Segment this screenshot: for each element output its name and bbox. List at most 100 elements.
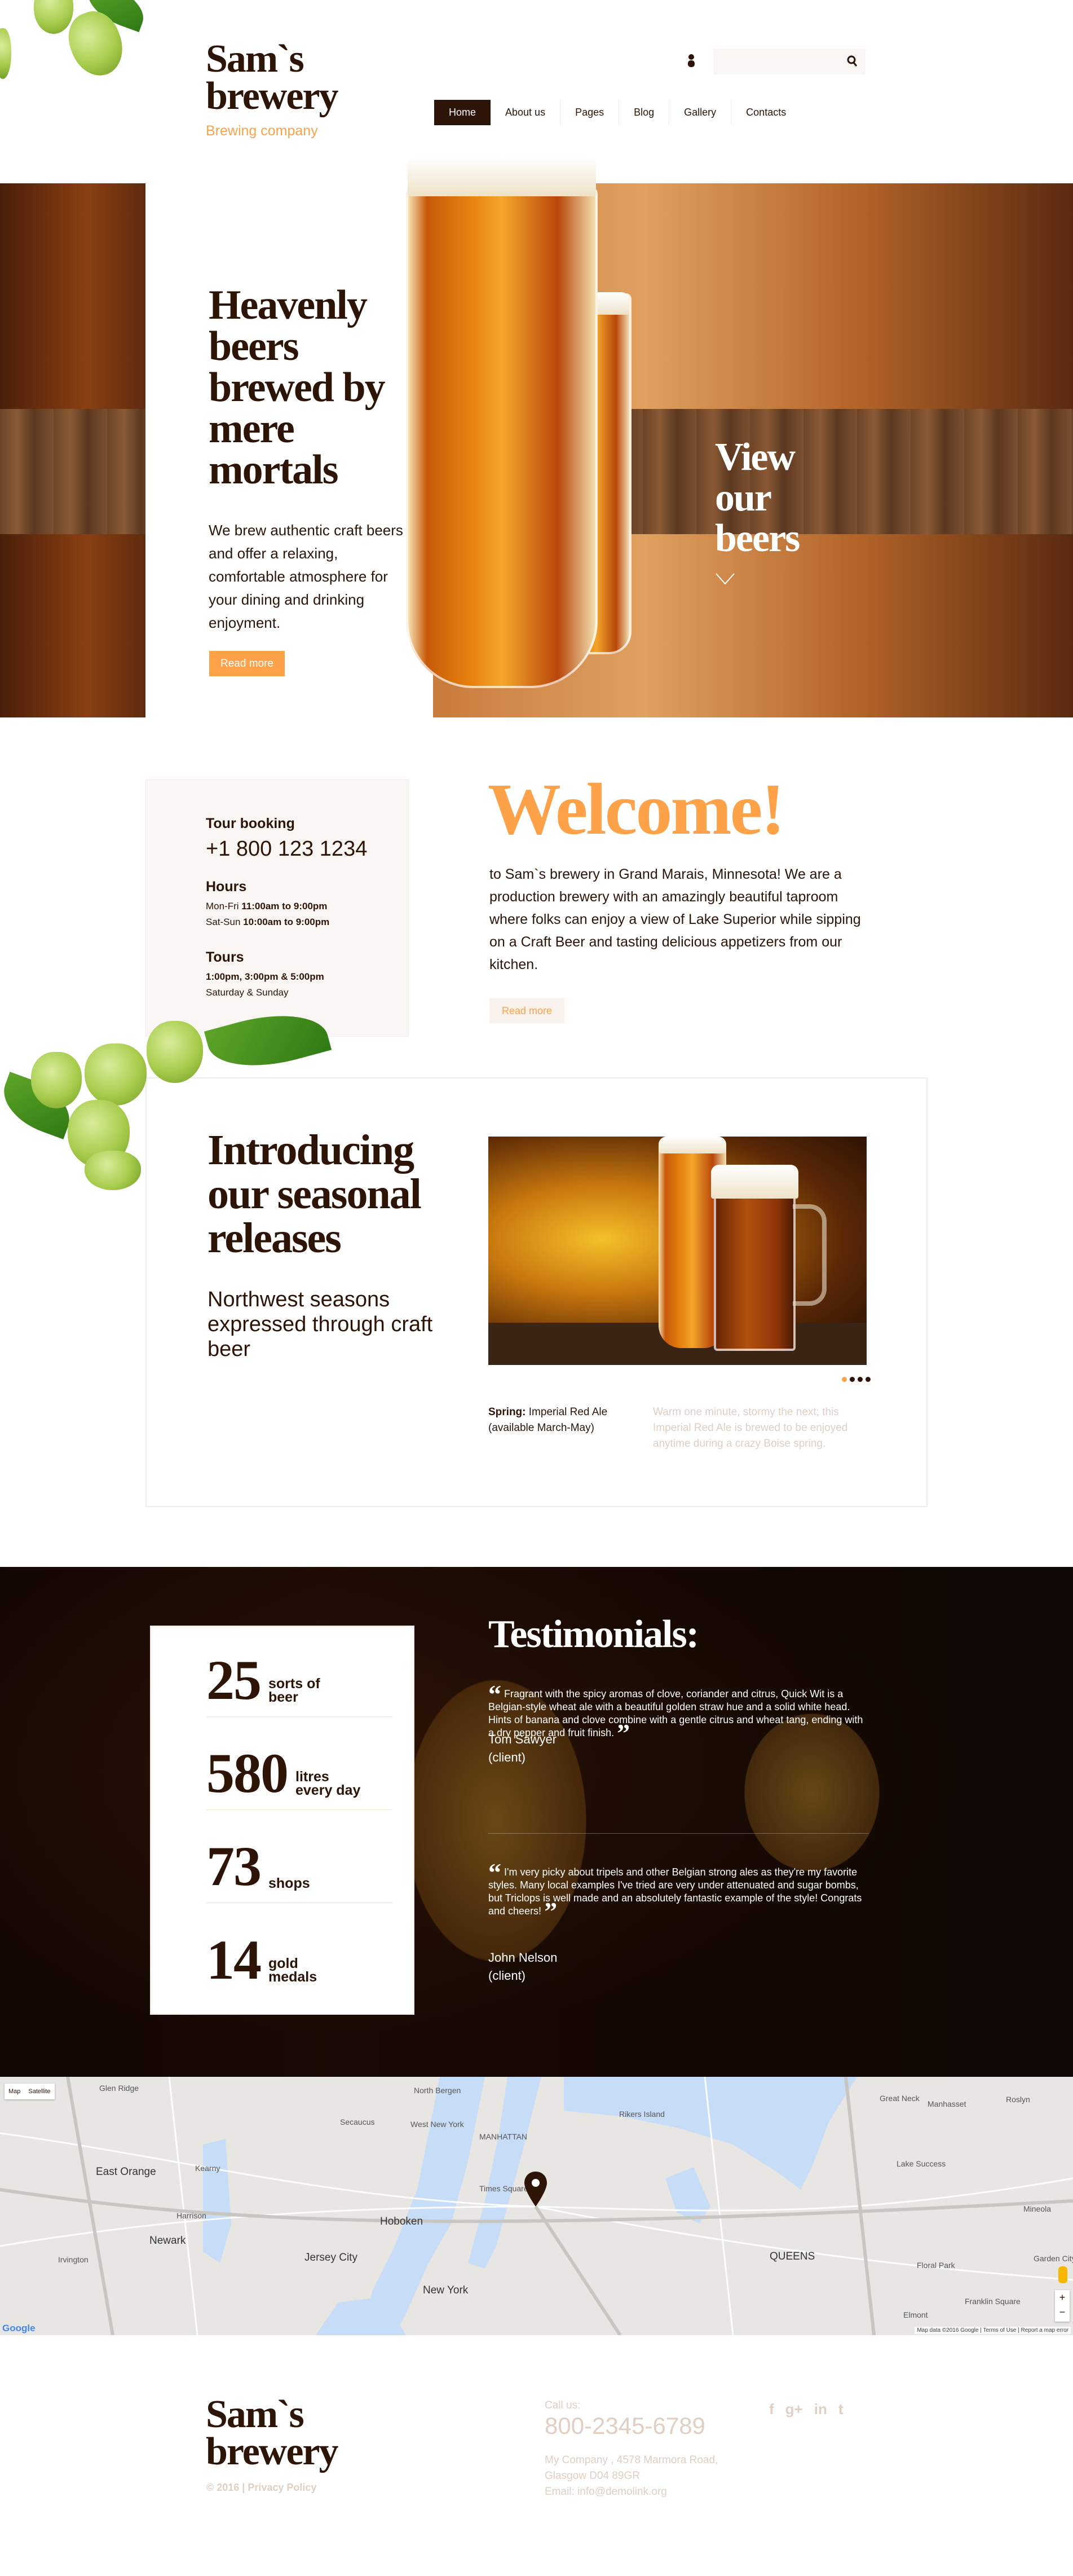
google-plus-icon[interactable]: g+ [785,2401,803,2418]
close-quote-icon: ” [544,1897,558,1926]
twitter-icon[interactable]: t [838,2401,844,2418]
view-line2: our [715,476,772,519]
author-name: Tom Sawyer [488,1732,557,1746]
slider-dot[interactable] [850,1377,855,1382]
nav-home[interactable]: Home [434,100,491,125]
search-input[interactable] [713,49,866,74]
welcome-read-more-button[interactable]: Read more [489,998,564,1023]
zoom-control: + − [1055,2290,1070,2322]
stat-item: 25 sorts of beer [206,1652,392,1717]
season-name: Spring: [488,1406,526,1418]
testimonials-title: Testimonials: [488,1613,699,1656]
user-icon[interactable] [687,54,696,67]
map-label: Manhasset [928,2099,966,2108]
hours-time: 10:00am to 9:00pm [243,917,330,927]
map-label: Secaucus [340,2117,375,2126]
seasonal-description: Warm one minute, stormy the next; this I… [653,1406,848,1450]
slider-pagination [842,1377,871,1382]
nav-pages[interactable]: Pages [560,100,620,125]
divider [488,1833,869,1834]
map-label: Harrison [176,2211,206,2220]
stat-label: shops [268,1875,310,1891]
stat-item: 73 shops [206,1835,392,1903]
welcome-title: Welcome! [488,769,785,850]
nav-blog[interactable]: Blog [619,100,670,125]
view-our-beers-link[interactable]: View our beers [715,435,800,560]
main-nav: Home About us Pages Blog Gallery Contact… [434,100,801,125]
stat-number: 14 [206,1928,262,1991]
logo-line2: brewery [206,2430,338,2473]
stat-label: gold medals [268,1956,317,1985]
linkedin-icon[interactable]: in [814,2401,827,2418]
nav-about-us[interactable]: About us [491,100,561,125]
stat-label: sorts of beer [268,1676,320,1705]
map-label: Mineola [1023,2204,1052,2213]
terms-link[interactable]: Terms of Use [983,2327,1016,2333]
hours-days: Sat-Sun [206,917,241,927]
map-label: Great Neck [880,2094,920,2103]
map-label: MANHATTAN [479,2132,528,2141]
stat-number: 73 [206,1835,262,1897]
privacy-policy-link[interactable]: Privacy Policy [248,2482,316,2493]
nav-contacts[interactable]: Contacts [731,100,801,125]
map-label: Hoboken [380,2216,423,2227]
map-type-control: Map Satellite [5,2084,55,2099]
tours-label: Tours [206,949,244,965]
map-label: Jersey City [304,2252,357,2264]
hours-row: Sat-Sun 10:00am to 9:00pm [206,917,329,928]
footer-phone[interactable]: 800-2345-6789 [545,2412,705,2440]
map-label: West New York [410,2120,464,2129]
social-links: f g+ in t [769,2401,844,2418]
hero-read-more-button[interactable]: Read more [209,651,285,676]
map-label: Elmont [903,2310,928,2319]
zoom-in-button[interactable]: + [1055,2290,1070,2305]
map-button[interactable]: Map [5,2084,24,2099]
map-label: Garden City [1034,2254,1073,2263]
nav-gallery[interactable]: Gallery [669,100,732,125]
facebook-icon[interactable]: f [769,2401,774,2418]
view-line3: beers [715,517,800,560]
google-map[interactable]: Glen Ridge North Bergen Secaucus West New Y… [0,2077,1073,2335]
tour-phone[interactable]: +1 800 123 1234 [206,837,367,861]
logo-tagline: Brewing company [206,123,318,139]
seasonal-subtitle: Northwest seasons expressed through craf… [207,1288,433,1361]
map-label: New York [423,2284,469,2296]
hours-label: Hours [206,879,247,895]
slider-dot[interactable] [858,1377,863,1382]
map-pin-icon[interactable] [524,2172,547,2207]
seasonal-beer-image[interactable] [488,1137,867,1365]
slider-dot[interactable] [866,1377,871,1382]
footer-email[interactable]: Email: info@demolink.org [545,2484,718,2500]
welcome-text: to Sam`s brewery in Grand Marais, Minnes… [489,866,861,972]
footer-address: My Company , 4578 Marmora Road, Glasgow D… [545,2452,718,2500]
tours-times: 1:00pm, 3:00pm & 5:00pm [206,971,324,982]
stat-item: 580 litres every day [206,1742,392,1810]
slider-dot[interactable] [842,1377,847,1382]
map-label: QUEENS [770,2251,815,2262]
google-logo: Google [2,2323,36,2333]
map-label: Franklin Square [965,2297,1021,2306]
call-us-label: Call us: [545,2399,581,2411]
map-label: East Orange [96,2166,156,2178]
map-label: Times Square [479,2184,528,2193]
hours-time: 11:00am to 9:00pm [241,901,328,911]
testimonial-author: Tom Sawyer (client) [488,1730,557,1767]
logo-line2: brewery [206,74,338,118]
map-label: Lake Success [897,2159,946,2168]
view-line1: View [715,435,796,479]
chevron-down-icon[interactable] [715,573,735,585]
search-icon[interactable] [847,55,858,68]
author-role: (client) [488,1969,526,1983]
author-name: John Nelson [488,1950,558,1965]
zoom-out-button[interactable]: − [1055,2305,1070,2319]
stat-number: 580 [206,1742,289,1804]
map-label: Floral Park [917,2261,955,2270]
street-view-icon[interactable] [1058,2266,1067,2283]
map-label: North Bergen [414,2086,461,2095]
tour-booking-label: Tour booking [206,816,295,831]
report-link[interactable]: Report a map error [1021,2327,1068,2333]
map-label: Newark [149,2235,186,2247]
footer-logo[interactable]: Sam`s brewery [206,2395,338,2473]
satellite-button[interactable]: Satellite [24,2084,54,2099]
logo[interactable]: Sam`s brewery [206,39,338,118]
